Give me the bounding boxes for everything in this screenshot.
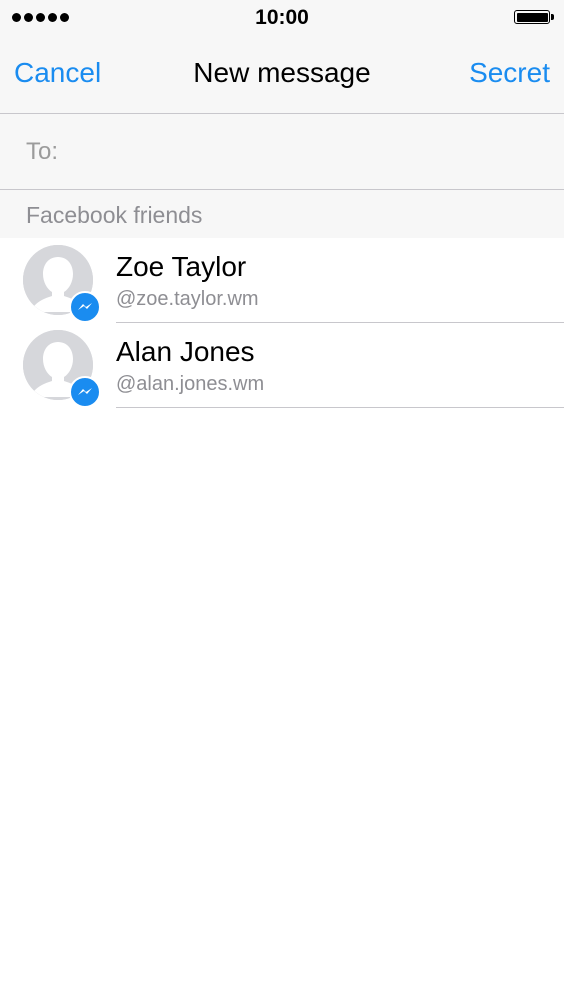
friend-name: Zoe Taylor	[116, 251, 247, 282]
status-time: 10:00	[255, 6, 309, 29]
messenger-icon	[69, 291, 101, 323]
new-message-screen: 10:00 Cancel New message Secret To: Face…	[0, 0, 564, 1001]
friend-list: Zoe Taylor @zoe.taylor.wm Alan Jones @al…	[0, 238, 564, 408]
battery-icon	[514, 10, 554, 26]
to-field-row: To:	[0, 114, 564, 190]
list-item[interactable]: Alan Jones @alan.jones.wm	[0, 323, 564, 408]
recipient-input[interactable]	[72, 130, 546, 174]
divider	[116, 407, 564, 408]
to-label: To:	[26, 138, 59, 165]
messenger-icon	[69, 376, 101, 408]
section-title: Facebook friends	[26, 202, 203, 228]
navigation-bar: Cancel New message Secret	[0, 36, 564, 114]
friend-name: Alan Jones	[116, 336, 255, 367]
secret-button[interactable]: Secret	[469, 57, 550, 89]
section-header: Facebook friends	[0, 190, 564, 238]
status-bar: 10:00	[0, 0, 564, 36]
friend-handle: @zoe.taylor.wm	[116, 288, 259, 310]
friend-handle: @alan.jones.wm	[116, 373, 265, 395]
list-item[interactable]: Zoe Taylor @zoe.taylor.wm	[0, 238, 564, 323]
